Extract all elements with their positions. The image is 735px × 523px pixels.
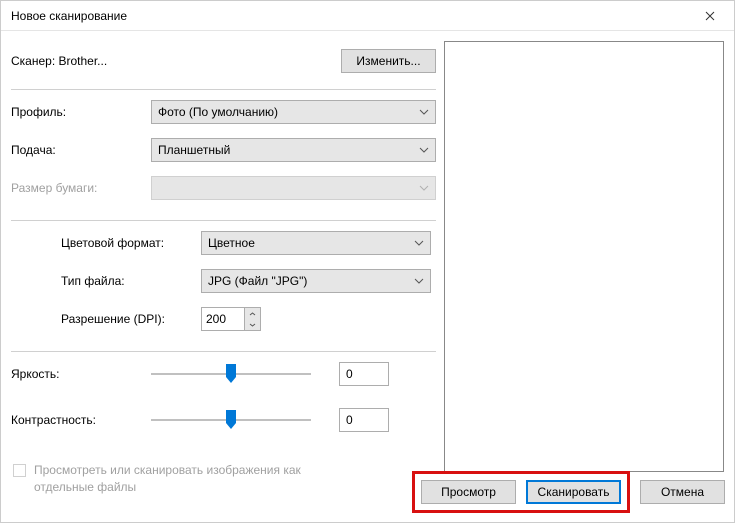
chevron-down-icon (419, 145, 429, 155)
contrast-slider[interactable] (151, 408, 311, 432)
papersize-select (151, 176, 436, 200)
change-scanner-button[interactable]: Изменить... (341, 49, 436, 73)
divider (11, 89, 436, 90)
filetype-select[interactable]: JPG (Файл "JPG") (201, 269, 431, 293)
source-label: Подача: (11, 143, 151, 157)
colorformat-select[interactable]: Цветное (201, 231, 431, 255)
brightness-label: Яркость: (11, 367, 151, 381)
close-button[interactable] (687, 2, 732, 30)
highlight-annotation: Просмотр Сканировать (412, 471, 630, 513)
slider-thumb-icon[interactable] (225, 410, 237, 430)
separate-files-checkbox (13, 464, 26, 477)
profile-label: Профиль: (11, 105, 151, 119)
chevron-down-icon (419, 183, 429, 193)
separate-files-label: Просмотреть или сканировать изображения … (34, 462, 314, 496)
brightness-value[interactable]: 0 (339, 362, 389, 386)
titlebar: Новое сканирование (1, 1, 734, 31)
resolution-label: Разрешение (DPI): (61, 312, 201, 326)
papersize-label: Размер бумаги: (11, 181, 151, 195)
contrast-label: Контрастность: (11, 413, 151, 427)
chevron-down-icon (414, 276, 424, 286)
chevron-up-icon (249, 312, 256, 316)
resolution-spinner[interactable] (201, 307, 261, 331)
slider-thumb-icon[interactable] (225, 364, 237, 384)
contrast-value[interactable]: 0 (339, 408, 389, 432)
close-icon (705, 11, 715, 21)
scanner-label: Сканер: Brother... (11, 54, 107, 68)
chevron-down-icon (414, 238, 424, 248)
scan-button[interactable]: Сканировать (526, 480, 621, 504)
cancel-button[interactable]: Отмена (640, 480, 725, 504)
window-title: Новое сканирование (11, 9, 127, 23)
source-select[interactable]: Планшетный (151, 138, 436, 162)
profile-select[interactable]: Фото (По умолчанию) (151, 100, 436, 124)
divider (11, 351, 436, 352)
filetype-label: Тип файла: (61, 274, 201, 288)
preview-button[interactable]: Просмотр (421, 480, 516, 504)
colorformat-label: Цветовой формат: (61, 236, 201, 250)
brightness-slider[interactable] (151, 362, 311, 386)
preview-area (444, 41, 724, 472)
divider (11, 220, 436, 221)
chevron-down-icon (419, 107, 429, 117)
spinner-up-button[interactable] (245, 308, 260, 319)
resolution-input[interactable] (202, 308, 244, 330)
spinner-down-button[interactable] (245, 319, 260, 330)
chevron-down-icon (249, 323, 256, 327)
